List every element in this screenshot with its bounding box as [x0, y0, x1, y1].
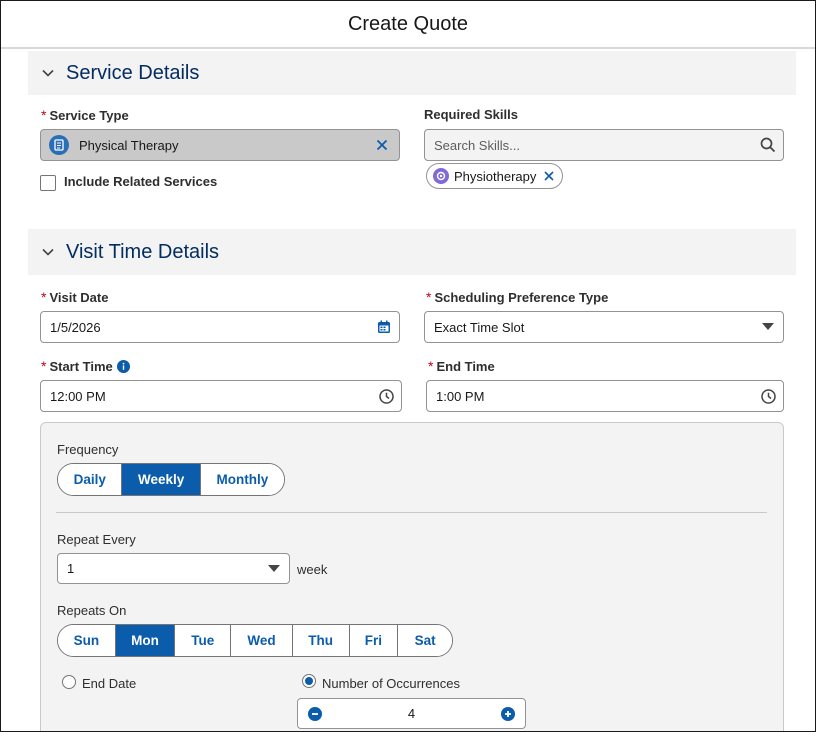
number-of-occurrences-radio[interactable]	[302, 674, 316, 688]
visit-date-label-text: Visit Date	[49, 289, 109, 305]
start-time-value: 12:00 PM	[50, 388, 106, 404]
end-time-label: * End Time	[428, 358, 495, 374]
scheduling-preference-label-text: Scheduling Preference Type	[434, 289, 609, 305]
required-marker: *	[41, 358, 47, 374]
skill-pill-physiotherapy[interactable]: Physiotherapy	[426, 163, 564, 189]
occurrences-value[interactable]: 4	[408, 706, 415, 721]
section-header-visit-time-details[interactable]: Visit Time Details	[28, 229, 796, 275]
required-marker: *	[428, 358, 434, 374]
skill-pill-label: Physiotherapy	[454, 168, 537, 184]
repeats-on-label: Repeats On	[57, 603, 127, 618]
scheduling-preference-label: * Scheduling Preference Type	[426, 289, 608, 305]
end-date-radio[interactable]	[62, 675, 76, 689]
modal-title: Create Quote	[347, 12, 469, 35]
frequency-monthly-button[interactable]: Monthly	[200, 464, 284, 495]
repeat-every-select[interactable]: 1	[57, 553, 290, 584]
divider	[56, 512, 767, 513]
dropdown-arrow-icon	[259, 564, 289, 573]
decrement-icon[interactable]	[308, 706, 322, 721]
clock-icon[interactable]	[753, 388, 783, 404]
frequency-daily-button[interactable]: Daily	[58, 464, 123, 495]
section-title-visit-time-details: Visit Time Details	[66, 240, 220, 263]
day-tue-button[interactable]: Tue	[175, 625, 232, 656]
visit-date-value: 1/5/2026	[50, 319, 101, 335]
repeats-on-button-group: Sun Mon Tue Wed Thu Fri Sat	[57, 624, 453, 657]
calendar-icon[interactable]	[369, 320, 399, 334]
service-type-lookup[interactable]: Physical Therapy	[40, 129, 400, 161]
day-sat-button[interactable]: Sat	[398, 625, 452, 656]
start-time-input[interactable]: 12:00 PM	[40, 380, 402, 412]
skills-search-input[interactable]: Search Skills...	[424, 129, 784, 161]
number-of-occurrences-label: Number of Occurrences	[322, 676, 460, 691]
frequency-weekly-button[interactable]: Weekly	[122, 464, 201, 495]
include-related-services-checkbox[interactable]	[40, 175, 56, 191]
service-type-value: Physical Therapy	[79, 137, 179, 153]
required-skills-label: Required Skills	[424, 107, 518, 122]
end-date-label: End Date	[82, 676, 137, 691]
section-title-service-details: Service Details	[66, 61, 200, 84]
repeat-every-unit: week	[297, 562, 328, 577]
clear-selection-icon[interactable]	[367, 139, 397, 151]
day-wed-button[interactable]: Wed	[231, 625, 293, 656]
frequency-button-group: Daily Weekly Monthly	[57, 463, 285, 496]
day-thu-button[interactable]: Thu	[292, 625, 350, 656]
start-time-label-text: Start Time	[49, 358, 113, 374]
create-quote-modal: Create Quote Service Details * Service T…	[0, 0, 816, 732]
skills-search-placeholder: Search Skills...	[434, 137, 520, 153]
required-marker: *	[41, 289, 47, 305]
end-time-label-text: End Time	[436, 358, 495, 374]
visit-date-input[interactable]: 1/5/2026	[40, 311, 400, 343]
chevron-down-icon[interactable]	[30, 66, 66, 80]
occurrences-stepper: 4	[297, 698, 526, 729]
dropdown-arrow-icon	[753, 323, 783, 331]
end-time-input[interactable]: 1:00 PM	[426, 380, 784, 412]
repeat-every-label: Repeat Every	[57, 532, 136, 547]
required-marker: *	[426, 289, 432, 305]
modal-header: Create Quote	[1, 1, 815, 49]
visit-date-label: * Visit Date	[41, 289, 108, 305]
section-header-service-details[interactable]: Service Details	[28, 51, 796, 95]
frequency-label: Frequency	[57, 442, 119, 457]
scheduling-preference-select[interactable]: Exact Time Slot	[424, 311, 784, 343]
include-related-services-label: Include Related Services	[64, 174, 218, 189]
repeat-every-value: 1	[67, 561, 75, 576]
day-fri-button[interactable]: Fri	[349, 625, 399, 656]
chevron-down-icon[interactable]	[30, 245, 66, 259]
required-marker: *	[41, 107, 47, 123]
remove-skill-icon[interactable]	[544, 171, 554, 181]
day-sun-button[interactable]: Sun	[58, 625, 116, 656]
day-mon-button[interactable]: Mon	[115, 625, 176, 656]
scheduling-preference-value: Exact Time Slot	[434, 319, 525, 335]
skill-icon	[433, 168, 449, 184]
clock-icon[interactable]	[371, 388, 401, 404]
info-icon[interactable]	[116, 359, 130, 373]
work-type-icon	[43, 135, 75, 155]
search-icon	[753, 137, 783, 153]
start-time-label: * Start Time	[41, 358, 130, 374]
increment-icon[interactable]	[500, 706, 515, 721]
service-type-label-text: Service Type	[49, 107, 129, 123]
service-type-label: * Service Type	[41, 107, 129, 123]
end-time-value: 1:00 PM	[436, 388, 485, 404]
